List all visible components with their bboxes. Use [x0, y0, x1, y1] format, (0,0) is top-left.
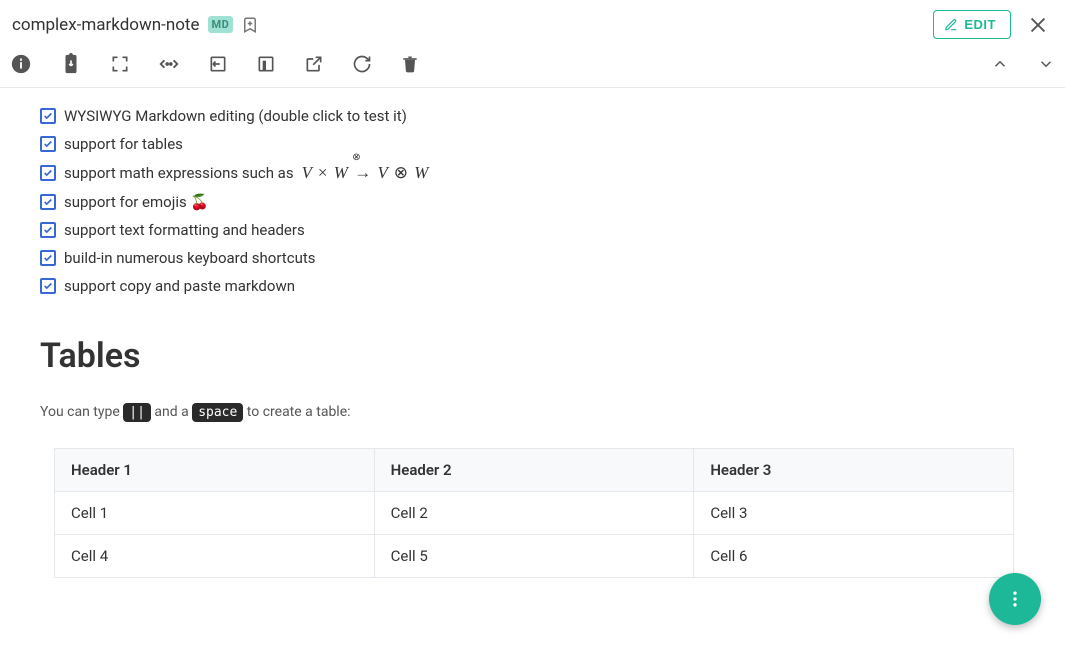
table-header-cell: Header 1	[55, 449, 375, 492]
checklist-item-label: WYSIWYG Markdown editing (double click t…	[64, 107, 407, 125]
fullscreen-icon[interactable]	[110, 54, 130, 74]
trash-icon[interactable]	[400, 54, 420, 74]
edit-button[interactable]: EDIT	[933, 10, 1011, 39]
kbd-space: space	[192, 403, 243, 422]
example-table: Header 1 Header 2 Header 3 Cell 1 Cell 2…	[54, 448, 1014, 578]
table-cell: Cell 4	[55, 535, 375, 578]
hint-text: You can type	[40, 404, 123, 420]
toolbar	[0, 47, 1065, 88]
chevron-up-icon[interactable]	[991, 55, 1009, 73]
table-row: Cell 1 Cell 2 Cell 3	[55, 492, 1014, 535]
layout-icon[interactable]	[256, 54, 276, 74]
checklist-item-label: support copy and paste markdown	[64, 277, 295, 295]
hint-text: and a	[151, 404, 192, 420]
edit-button-label: EDIT	[964, 17, 996, 32]
filetype-badge: MD	[208, 16, 234, 33]
checklist-item-label: support for emojis 🍒	[64, 193, 209, 211]
close-button[interactable]	[1027, 14, 1049, 36]
titlebar: complex-markdown-note MD EDIT	[0, 0, 1065, 47]
table-cell: Cell 5	[374, 535, 694, 578]
checkbox-checked-icon[interactable]	[40, 108, 56, 124]
table-cell: Cell 2	[374, 492, 694, 535]
table-header-cell: Header 3	[694, 449, 1014, 492]
table-row: Header 1 Header 2 Header 3	[55, 449, 1014, 492]
checklist-item-label: support text formatting and headers	[64, 221, 305, 239]
checklist-item-label: support for tables	[64, 135, 183, 153]
kbd-pipes: ||	[123, 403, 151, 422]
checklist-item: support math expressions such as V × W →…	[40, 158, 1045, 188]
checklist-item: WYSIWYG Markdown editing (double click t…	[40, 102, 1045, 130]
feature-checklist: WYSIWYG Markdown editing (double click t…	[40, 102, 1045, 300]
checklist-item: support copy and paste markdown	[40, 272, 1045, 300]
checklist-item: support for tables	[40, 130, 1045, 158]
table-body: Cell 1 Cell 2 Cell 3 Cell 4 Cell 5 Cell …	[55, 492, 1014, 578]
checklist-item: support for emojis 🍒	[40, 188, 1045, 216]
checklist-item-label: build-in numerous keyboard shortcuts	[64, 249, 315, 267]
checkbox-checked-icon[interactable]	[40, 278, 56, 294]
document-content: WYSIWYG Markdown editing (double click t…	[0, 88, 1065, 618]
more-vertical-icon	[1005, 589, 1025, 609]
table-row: Cell 4 Cell 5 Cell 6	[55, 535, 1014, 578]
chevron-down-icon[interactable]	[1037, 55, 1055, 73]
bookmark-add-icon[interactable]	[241, 16, 259, 34]
code-icon[interactable]	[158, 53, 180, 75]
hint-text: to create a table:	[243, 404, 350, 420]
checkbox-checked-icon[interactable]	[40, 165, 56, 181]
fab-more-button[interactable]	[989, 573, 1041, 625]
math-expression: V × W →⊗ V ⊗ W	[302, 163, 429, 183]
document-title: complex-markdown-note	[12, 15, 200, 35]
open-external-icon[interactable]	[304, 54, 324, 74]
table-header-cell: Header 2	[374, 449, 694, 492]
table-cell: Cell 3	[694, 492, 1014, 535]
import-icon[interactable]	[208, 54, 228, 74]
checkbox-checked-icon[interactable]	[40, 136, 56, 152]
tables-hint: You can type || and a space to create a …	[40, 404, 1045, 420]
refresh-icon[interactable]	[352, 54, 372, 74]
section-heading: Tables	[40, 336, 1045, 376]
checkbox-checked-icon[interactable]	[40, 250, 56, 266]
checkbox-checked-icon[interactable]	[40, 194, 56, 210]
info-icon[interactable]	[10, 53, 32, 75]
checklist-item: support text formatting and headers	[40, 216, 1045, 244]
table-cell: Cell 6	[694, 535, 1014, 578]
table-cell: Cell 1	[55, 492, 375, 535]
checklist-item: build-in numerous keyboard shortcuts	[40, 244, 1045, 272]
checkbox-checked-icon[interactable]	[40, 222, 56, 238]
table-head: Header 1 Header 2 Header 3	[55, 449, 1014, 492]
checklist-item-label: support math expressions such as	[64, 164, 294, 182]
clipboard-download-icon[interactable]	[60, 53, 82, 75]
